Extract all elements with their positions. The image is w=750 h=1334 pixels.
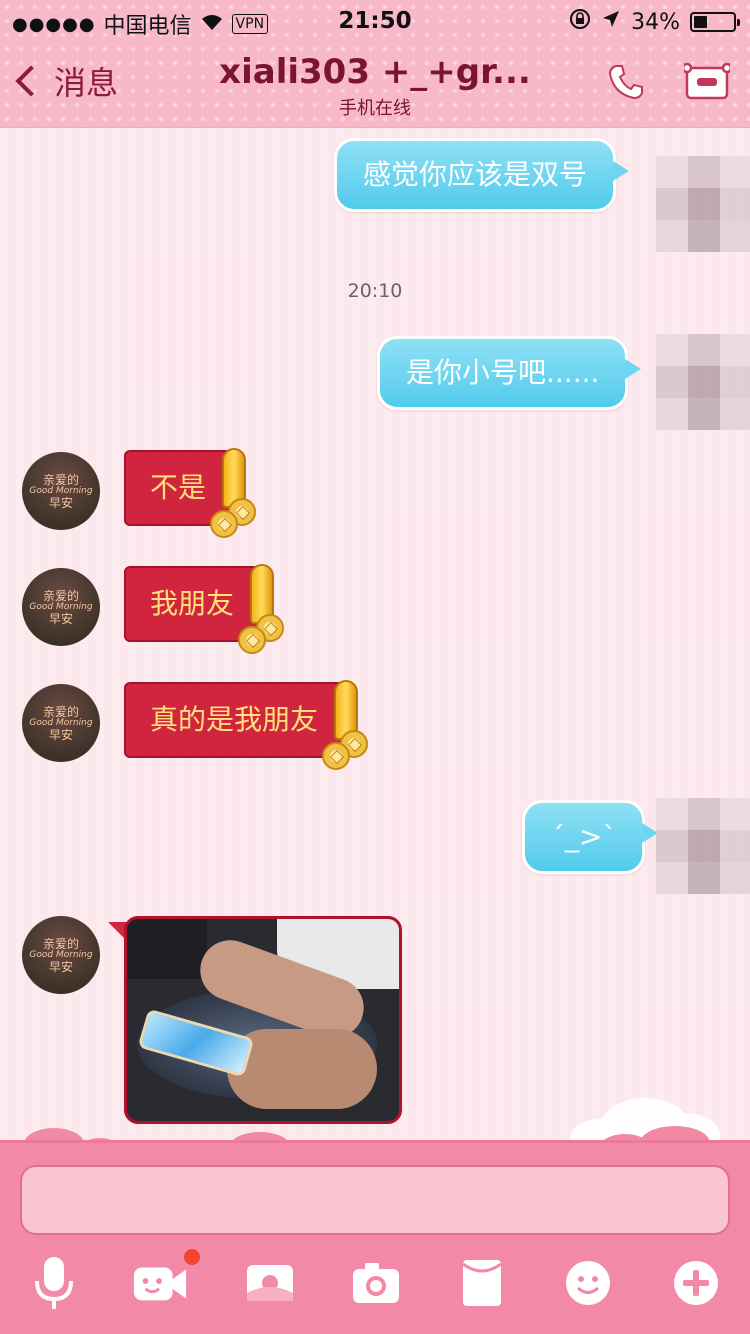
profile-menu-button[interactable]	[681, 62, 733, 102]
person-card-icon	[681, 62, 733, 100]
image-message[interactable]	[124, 916, 402, 1124]
message-timestamp: 20:10	[347, 280, 403, 302]
camera-button[interactable]	[348, 1255, 404, 1311]
chat-title[interactable]: xiali303 +_+gr... 手机在线	[160, 52, 590, 120]
message-input[interactable]	[20, 1165, 730, 1235]
input-panel	[0, 1140, 750, 1334]
message-bubble-incoming[interactable]: 我朋友	[124, 564, 285, 654]
message-bubble-incoming[interactable]: 不是	[124, 448, 257, 538]
video-call-button[interactable]	[132, 1249, 200, 1311]
chat-area[interactable]: 感觉你应该是双号 20:10 是你小号吧...... 亲爱的 Good Morn…	[0, 128, 750, 1158]
my-avatar[interactable]	[656, 156, 750, 252]
message-text: 不是	[150, 471, 207, 504]
red-envelope-button[interactable]	[454, 1255, 510, 1311]
voice-button[interactable]	[26, 1255, 82, 1311]
location-icon	[601, 9, 621, 35]
more-button[interactable]	[668, 1255, 724, 1311]
contact-avatar[interactable]: 亲爱的 Good Morning 早安	[22, 916, 100, 994]
message-text: 是你小号吧......	[406, 356, 600, 389]
album-button[interactable]	[242, 1255, 298, 1311]
phone-icon	[608, 65, 643, 100]
rotation-lock-icon	[569, 8, 591, 36]
toolbar	[0, 1249, 750, 1325]
emoji-button[interactable]	[560, 1255, 616, 1311]
plus-icon	[674, 1261, 718, 1305]
contact-avatar[interactable]: 亲爱的 Good Morning 早安	[22, 684, 100, 762]
battery-percent: 34%	[631, 9, 680, 35]
online-status: 手机在线	[339, 98, 411, 119]
contact-avatar[interactable]: 亲爱的 Good Morning 早安	[22, 452, 100, 530]
chevron-left-icon	[15, 65, 47, 97]
my-avatar[interactable]	[656, 334, 750, 430]
message-text: ´_>`	[551, 820, 617, 853]
contact-avatar[interactable]: 亲爱的 Good Morning 早安	[22, 568, 100, 646]
video-call-icon	[133, 1267, 187, 1301]
message-text: 我朋友	[150, 587, 235, 620]
phone-call-button[interactable]	[606, 62, 652, 102]
my-avatar[interactable]	[656, 798, 750, 894]
message-text: 感觉你应该是双号	[363, 158, 588, 191]
coin-icon	[238, 626, 267, 654]
emoji-icon	[566, 1261, 610, 1305]
message-bubble-outgoing[interactable]: ´_>`	[522, 800, 659, 874]
photo-album-icon	[247, 1265, 293, 1301]
contact-name: xiali303 +_+gr...	[219, 52, 531, 92]
status-bar: ●●●●● 中国电信 VPN 21:50 34%	[0, 0, 750, 40]
message-bubble-incoming[interactable]: 真的是我朋友	[124, 680, 369, 770]
red-envelope-icon	[462, 1260, 502, 1306]
coin-icon	[322, 742, 351, 770]
camera-icon	[353, 1263, 399, 1303]
notification-dot	[184, 1249, 200, 1265]
back-button[interactable]: 消息	[10, 58, 118, 104]
top-bar: ●●●●● 中国电信 VPN 21:50 34% 消息 xiali303 +_+…	[0, 0, 750, 128]
back-label: 消息	[54, 64, 119, 102]
message-bubble-outgoing[interactable]: 是你小号吧......	[377, 336, 642, 410]
message-bubble-outgoing[interactable]: 感觉你应该是双号	[334, 138, 630, 212]
coin-icon	[210, 510, 239, 538]
microphone-icon	[35, 1257, 73, 1309]
message-text: 真的是我朋友	[150, 703, 319, 736]
battery-icon	[690, 12, 740, 32]
